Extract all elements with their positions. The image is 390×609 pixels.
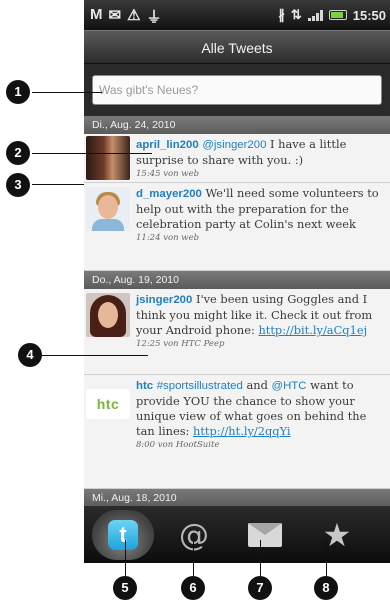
tweet-meta: 11:24 von web bbox=[136, 233, 200, 243]
callout-line bbox=[32, 153, 152, 154]
signal-icon bbox=[307, 9, 323, 21]
tweet-username[interactable]: jsinger200 bbox=[136, 294, 192, 306]
callout-badge: 7 bbox=[248, 576, 272, 600]
tweet-mention[interactable]: @HTC bbox=[272, 380, 307, 392]
callout-line bbox=[125, 540, 126, 576]
warning-icon: ⚠ bbox=[127, 7, 141, 24]
tweet-body: htc #sportsillustrated and @HTC want to … bbox=[136, 378, 388, 451]
callout-line bbox=[326, 540, 327, 576]
callout-badge: 3 bbox=[6, 173, 30, 197]
tweet-item[interactable]: htc htc #sportsillustrated and @HTC want… bbox=[84, 375, 390, 489]
bottom-tab-bar: t @ ★ bbox=[84, 506, 390, 563]
mentions-tab[interactable]: @ bbox=[163, 510, 225, 560]
callout-badge: 5 bbox=[113, 576, 137, 600]
avatar[interactable] bbox=[86, 293, 130, 337]
tweet-text: and bbox=[242, 378, 272, 392]
tweet-hashtag[interactable]: #sportsillustrated bbox=[157, 380, 243, 392]
tweet-mention[interactable]: @jsinger200 bbox=[202, 139, 266, 151]
callout-line bbox=[260, 540, 261, 576]
callout-line bbox=[42, 355, 148, 356]
callout-line bbox=[193, 540, 194, 576]
favorites-tab[interactable]: ★ bbox=[306, 510, 368, 560]
tweet-username[interactable]: d_mayer200 bbox=[136, 188, 202, 200]
usb-icon: ⏚ bbox=[146, 9, 162, 26]
tweet-body: april_lin200 @jsinger200 I have a little… bbox=[136, 137, 388, 180]
twitter-logo-icon: t bbox=[108, 520, 138, 550]
tweet-meta: 8:00 von HootSuite bbox=[136, 440, 220, 450]
tweet-username[interactable]: april_lin200 bbox=[136, 139, 199, 151]
clock: 15:50 bbox=[352, 7, 386, 23]
battery-icon bbox=[328, 10, 347, 20]
htc-logo-avatar[interactable]: htc bbox=[86, 389, 130, 419]
notification-icons: M ✉ ⚠ ⏚ bbox=[90, 6, 162, 27]
tweet-username[interactable]: htc bbox=[136, 380, 153, 392]
compose-bar bbox=[84, 64, 390, 116]
system-icons: ∦ ⇅ 15:50 bbox=[278, 7, 386, 23]
callout-line bbox=[32, 92, 102, 93]
avatar[interactable] bbox=[86, 136, 130, 180]
callout-badge: 1 bbox=[6, 80, 30, 104]
date-header: Do., Aug. 19, 2010 bbox=[84, 271, 390, 289]
callout-badge: 6 bbox=[181, 576, 205, 600]
messages-tab[interactable] bbox=[234, 510, 296, 560]
page-title: Alle Tweets bbox=[84, 30, 390, 64]
tweet-meta: 15:45 von web bbox=[136, 169, 200, 179]
gmail-icon: M bbox=[90, 6, 103, 23]
date-header: Di., Aug. 24, 2010 bbox=[84, 116, 390, 134]
envelope-icon bbox=[248, 523, 282, 547]
date-header: Mi., Aug. 18, 2010 bbox=[84, 489, 390, 507]
tweet-item[interactable]: jsinger200 I've been using Goggles and I… bbox=[84, 289, 390, 375]
data-icon: ⇅ bbox=[290, 7, 302, 22]
tweet-meta: 12:25 von HTC Peep bbox=[136, 339, 225, 349]
tweet-item[interactable]: d_mayer200 We'll need some volunteers to… bbox=[84, 183, 390, 271]
tweet-body: jsinger200 I've been using Goggles and I… bbox=[136, 292, 388, 350]
twitter-tab[interactable]: t bbox=[92, 510, 154, 560]
callout-line bbox=[32, 184, 84, 185]
callout-badge: 4 bbox=[18, 343, 42, 367]
tweet-body: d_mayer200 We'll need some volunteers to… bbox=[136, 186, 388, 244]
callout-badge: 8 bbox=[314, 576, 338, 600]
status-update-input[interactable] bbox=[92, 75, 382, 105]
bluetooth-icon: ∦ bbox=[278, 7, 285, 22]
callout-badge: 2 bbox=[6, 141, 30, 165]
status-bar: M ✉ ⚠ ⏚ ∦ ⇅ 15:50 bbox=[84, 0, 390, 30]
phone-screen: M ✉ ⚠ ⏚ ∦ ⇅ 15:50 Alle Tweets Di., Aug. … bbox=[84, 0, 390, 563]
avatar[interactable] bbox=[86, 187, 130, 231]
mail-icon: ✉ bbox=[108, 7, 122, 24]
tweet-link[interactable]: http://bit.ly/aCq1ej bbox=[258, 323, 367, 337]
tweet-item[interactable]: april_lin200 @jsinger200 I have a little… bbox=[84, 134, 390, 183]
at-icon: @ bbox=[179, 517, 209, 553]
tweet-link[interactable]: http://ht.ly/2qqYi bbox=[193, 424, 291, 438]
